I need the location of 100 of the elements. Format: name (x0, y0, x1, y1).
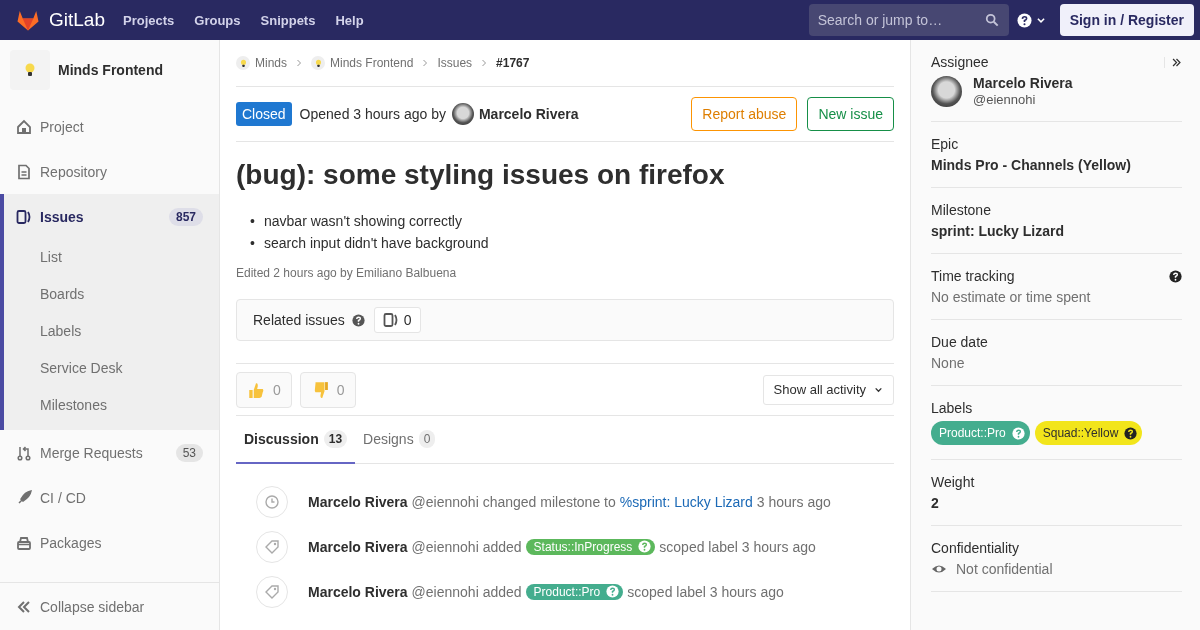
rocket-icon (16, 489, 32, 506)
clock-icon (264, 493, 280, 510)
nav-link[interactable]: Help (335, 12, 364, 28)
file-icon (16, 163, 32, 180)
section-title: Milestone (931, 202, 991, 218)
tab[interactable]: Discussion 13 (236, 416, 356, 464)
status-badge: Closed (236, 102, 292, 126)
sidebar-subitem[interactable]: Milestones (4, 387, 219, 424)
count-badge: 53 (175, 443, 203, 462)
help-icon (1169, 269, 1182, 283)
count-text: 0 (403, 312, 412, 328)
sidebar-item[interactable]: CI / CD (0, 475, 219, 520)
note-text: @eiennohi changed milestone to (411, 493, 616, 510)
section-title: Due date (931, 334, 988, 350)
help-icon (1016, 12, 1032, 28)
sidebar-item[interactable]: Merge Requests 53 (0, 430, 219, 475)
panel-title: Related issues (253, 312, 345, 328)
sidebar-subitem[interactable]: Labels (4, 313, 219, 350)
section-title: Epic (931, 136, 959, 152)
issues-icon (16, 208, 32, 225)
section-title: Weight (931, 474, 975, 490)
sidebar-item[interactable]: Project (0, 104, 219, 149)
bullet-marker: • (250, 212, 256, 231)
list-item: navbar wasn't showing correctly (264, 212, 462, 231)
note-text: scoped label 3 hours ago (627, 583, 784, 600)
tag-icon (264, 583, 280, 600)
count-badge: 857 (168, 207, 203, 226)
opened-text: Opened 3 hours ago by (299, 106, 446, 122)
scoped-label[interactable]: Product::Pro (931, 421, 1030, 445)
help-icon (606, 585, 620, 598)
help-icon (1124, 426, 1138, 440)
author-link[interactable]: Marcelo Rivera (308, 538, 408, 555)
award-button[interactable]: 0 (236, 371, 292, 408)
section-value: 2 (931, 495, 940, 511)
sign-in-button[interactable]: Sign in / Register (1059, 4, 1194, 36)
section-value: Not confidential (956, 561, 1053, 577)
caret-icon (1035, 15, 1046, 25)
breadcrumb-link[interactable]: Minds Frontend (330, 56, 414, 70)
avatar (451, 103, 474, 125)
bullet-marker: • (250, 234, 256, 253)
note-text: @eiennohi added (411, 538, 522, 555)
sidebar-subitem[interactable]: List (4, 239, 219, 276)
tab[interactable]: Designs 0 (355, 416, 444, 464)
project-name[interactable]: Minds Frontend (58, 62, 163, 78)
help-icon (351, 313, 365, 327)
section-title: Confidentiality (931, 540, 1019, 556)
package-icon (16, 534, 32, 551)
assignee-name[interactable]: Marcelo Rivera (973, 75, 1073, 91)
milestone-link[interactable]: %sprint: Lucky Lizard (619, 493, 753, 510)
help-icon (1011, 426, 1025, 440)
breadcrumb-link[interactable]: #1767 (496, 56, 530, 70)
note-text: 3 hours ago (756, 493, 831, 510)
sidebar-item[interactable]: Issues 857 (4, 194, 219, 239)
double-chevron-icon (1164, 56, 1182, 68)
list-item: search input didn't have background (264, 234, 489, 253)
double-chevron-icon (16, 598, 32, 615)
sidebar-item[interactable]: Packages (0, 520, 219, 565)
section-value: None (931, 355, 966, 371)
new-issue-button[interactable]: New issue (807, 97, 894, 131)
chevron-icon (480, 59, 489, 67)
search-field[interactable]: Search or jump to… (808, 4, 1009, 36)
count-badge: 0 (418, 430, 436, 448)
author-link[interactable]: Marcelo Rivera (308, 583, 408, 600)
help-icon (638, 540, 652, 553)
section-value: sprint: Lucky Lizard (931, 223, 1066, 239)
thumbs-up-icon (247, 380, 265, 399)
scoped-label[interactable]: Squad::Yellow (1034, 421, 1143, 445)
section-value: No estimate or time spent (931, 289, 1092, 305)
scoped-label[interactable]: Product::Pro (525, 583, 624, 600)
note-text: @eiennohi added (411, 583, 522, 600)
activity-filter-dropdown[interactable]: Show all activity (762, 374, 894, 405)
sidebar-subitem[interactable]: Service Desk (4, 350, 219, 387)
report-abuse-button[interactable]: Report abuse (691, 97, 798, 131)
author-link[interactable]: Marcelo Rivera (478, 106, 579, 122)
breadcrumb-link[interactable]: Issues (437, 56, 473, 70)
author-link[interactable]: Marcelo Rivera (308, 493, 408, 510)
section-title: Assignee (931, 54, 989, 70)
award-button[interactable]: 0 (299, 371, 356, 408)
nav-link[interactable]: Projects (123, 12, 175, 28)
merge-icon (16, 444, 32, 461)
breadcrumb-link[interactable]: Minds (255, 56, 287, 70)
section-title: Time tracking (931, 268, 1015, 284)
sidebar-item[interactable]: Repository (0, 149, 219, 194)
section-value: Minds Pro - Channels (Yellow) (931, 157, 1132, 173)
sidebar-subitem[interactable]: Boards (4, 276, 219, 313)
nav-link[interactable]: Snippets (260, 12, 316, 28)
avatar (931, 75, 962, 107)
home-icon (16, 118, 32, 135)
chevron-icon (295, 59, 303, 67)
tag-icon (264, 538, 280, 555)
count-badge: 13 (323, 430, 348, 448)
issue-title: (bug): some styling issues on firefox (236, 158, 726, 192)
section-title: Labels (931, 400, 973, 416)
issues-icon (382, 312, 399, 328)
edited-note: Edited 2 hours ago by Emiliano Balbuena (236, 266, 458, 280)
assignee-username: @eiennohi (973, 92, 1037, 107)
caret-icon (874, 385, 883, 394)
nav-link[interactable]: Groups (194, 12, 241, 28)
brand-name[interactable]: GitLab (49, 9, 105, 31)
note-text: scoped label 3 hours ago (659, 538, 816, 555)
